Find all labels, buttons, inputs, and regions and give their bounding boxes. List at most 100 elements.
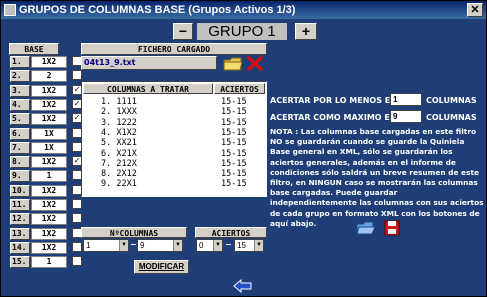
aciertos-from-value: 0 bbox=[199, 241, 204, 250]
next-group-button[interactable]: + bbox=[295, 23, 317, 40]
app-icon bbox=[4, 4, 16, 16]
base-row-value[interactable]: 1X2 bbox=[31, 156, 67, 169]
base-row-value[interactable]: 1X2 bbox=[31, 199, 67, 211]
fichero-field: 04t13_9.txt bbox=[81, 56, 217, 70]
base-row-checkbox[interactable] bbox=[72, 256, 82, 267]
base-row-value[interactable]: 1 bbox=[31, 256, 67, 269]
close-button[interactable]: ✕ bbox=[467, 3, 483, 17]
base-row-number: 12. bbox=[10, 213, 30, 226]
columna-row[interactable]: 2. 1XXX bbox=[101, 107, 137, 117]
base-row-checkbox[interactable] bbox=[72, 241, 82, 252]
fichero-filename: 04t13_9.txt bbox=[84, 58, 136, 67]
columna-aciertos: 15-15 bbox=[221, 179, 247, 190]
aciertos-to-select[interactable]: 15 ▼ bbox=[234, 239, 264, 252]
base-row-number: 8. bbox=[10, 156, 30, 169]
columna-index: 5. bbox=[101, 138, 112, 149]
aciertos-to-value: 15 bbox=[237, 241, 246, 250]
acertar-max-suffix: COLUMNAS bbox=[426, 113, 477, 122]
columna-row[interactable]: 3. 1222 bbox=[101, 118, 137, 128]
base-header: BASE bbox=[9, 43, 59, 55]
acertar-max-input[interactable]: 9 bbox=[390, 110, 422, 123]
aciertos-from-select[interactable]: 0 ▼ bbox=[196, 239, 223, 252]
columna-row[interactable]: 8. 2X12 bbox=[101, 169, 137, 179]
ncolumnas-to-select[interactable]: 9 ▼ bbox=[137, 239, 183, 252]
base-row-value[interactable]: 2 bbox=[31, 70, 67, 83]
chevron-down-icon[interactable]: ▼ bbox=[173, 240, 182, 251]
window-title: GRUPOS DE COLUMNAS BASE (Grupos Activos … bbox=[19, 4, 296, 16]
columna-row[interactable]: 5. XX21 bbox=[101, 138, 137, 148]
base-row-value[interactable]: 1X2 bbox=[31, 213, 67, 226]
base-row-value[interactable]: 1X2 bbox=[31, 241, 67, 254]
base-row-number: 11. bbox=[10, 199, 30, 211]
base-row-number: 2. bbox=[10, 70, 30, 83]
columna-row[interactable]: 9. 22X1 bbox=[101, 179, 137, 189]
base-row-number: 15. bbox=[10, 256, 30, 269]
base-row-value[interactable]: 1X bbox=[31, 127, 67, 140]
acertar-max-label: ACERTAR COMO MAXIMO EN bbox=[270, 113, 397, 122]
open-folder-icon[interactable] bbox=[356, 221, 376, 236]
save-disk-icon[interactable] bbox=[384, 220, 400, 236]
fichero-header: FICHERO CARGADO bbox=[81, 43, 267, 55]
delete-x-icon[interactable] bbox=[247, 56, 263, 71]
columna-aciertos: 15-15 bbox=[221, 158, 247, 169]
columna-aciertos: 15-15 bbox=[221, 107, 247, 118]
columna-value: X1X2 bbox=[116, 127, 137, 138]
aciertos-dash: − bbox=[225, 240, 232, 249]
base-row-value[interactable]: 1X bbox=[31, 141, 67, 154]
base-row-value[interactable]: 1X2 bbox=[31, 184, 67, 197]
acertar-min-input[interactable]: 1 bbox=[390, 93, 422, 106]
columna-index: 8. bbox=[101, 169, 112, 180]
columna-index: 2. bbox=[101, 107, 112, 118]
base-row-number: 14. bbox=[10, 241, 30, 254]
columna-aciertos: 15-15 bbox=[221, 127, 247, 138]
base-row-checkbox[interactable] bbox=[72, 70, 82, 81]
base-row-number: 9. bbox=[10, 170, 30, 183]
folder-icon[interactable] bbox=[223, 56, 243, 71]
base-row-number: 4. bbox=[10, 98, 30, 111]
columna-value: X21X bbox=[116, 148, 137, 159]
modificar-button[interactable]: MODIFICAR bbox=[134, 260, 189, 274]
columna-row[interactable]: 6. X21X bbox=[101, 149, 137, 159]
base-row-number: 10. bbox=[10, 184, 30, 197]
base-row-number: 1. bbox=[10, 56, 30, 68]
base-row-number: 5. bbox=[10, 113, 30, 126]
title-bar: GRUPOS DE COLUMNAS BASE (Grupos Activos … bbox=[1, 1, 486, 19]
columna-value: 2X12 bbox=[116, 169, 137, 180]
dialog-window: GRUPOS DE COLUMNAS BASE (Grupos Activos … bbox=[0, 0, 487, 297]
base-row-number: 7. bbox=[10, 141, 30, 154]
base-row-checkbox[interactable] bbox=[72, 213, 82, 224]
columna-value: 1XXX bbox=[116, 107, 137, 118]
base-row-value[interactable]: 1X2 bbox=[31, 98, 67, 111]
columna-value: 212X bbox=[116, 158, 137, 169]
base-row-value[interactable]: 1 bbox=[31, 170, 67, 183]
base-row-number: 6. bbox=[10, 127, 30, 140]
base-row-value[interactable]: 1X2 bbox=[31, 56, 67, 68]
columna-aciertos: 15-15 bbox=[221, 148, 247, 159]
columna-index: 9. bbox=[101, 179, 112, 190]
ncolumnas-to-value: 9 bbox=[140, 241, 145, 250]
columna-aciertos: 15-15 bbox=[221, 138, 247, 149]
columna-aciertos: 15-15 bbox=[221, 169, 247, 180]
base-row-value[interactable]: 1X2 bbox=[31, 113, 67, 126]
acertar-min-suffix: COLUMNAS bbox=[426, 96, 477, 105]
chevron-down-icon[interactable]: ▼ bbox=[254, 240, 263, 251]
columna-row[interactable]: 4. X1X2 bbox=[101, 128, 137, 138]
chevron-down-icon[interactable]: ▼ bbox=[213, 240, 222, 251]
base-row-value[interactable]: 1X2 bbox=[31, 227, 67, 240]
aciertos-sel-header: ACIERTOS bbox=[195, 227, 267, 238]
nota-text: NOTA : Las columnas base cargadas en est… bbox=[270, 127, 484, 228]
back-arrow-icon[interactable] bbox=[233, 279, 253, 293]
ncolumnas-header: NºCOLUMNAS bbox=[81, 227, 187, 238]
previous-group-button[interactable]: − bbox=[173, 23, 193, 40]
columna-index: 4. bbox=[101, 127, 112, 138]
base-row-value[interactable]: 1X2 bbox=[31, 84, 67, 97]
aciertos-header: ACIERTOS bbox=[214, 83, 265, 94]
columna-row[interactable]: 7. 212X bbox=[101, 159, 137, 169]
chevron-down-icon[interactable]: ▼ bbox=[119, 240, 128, 251]
base-row-checkbox[interactable] bbox=[72, 199, 82, 209]
base-row-number: 13. bbox=[10, 227, 30, 240]
ncolumnas-from-select[interactable]: 1 ▼ bbox=[83, 239, 129, 252]
columna-index: 1. bbox=[101, 97, 112, 107]
ncolumnas-from-value: 1 bbox=[86, 241, 91, 250]
columna-row[interactable]: 1. 1111 bbox=[101, 97, 137, 107]
